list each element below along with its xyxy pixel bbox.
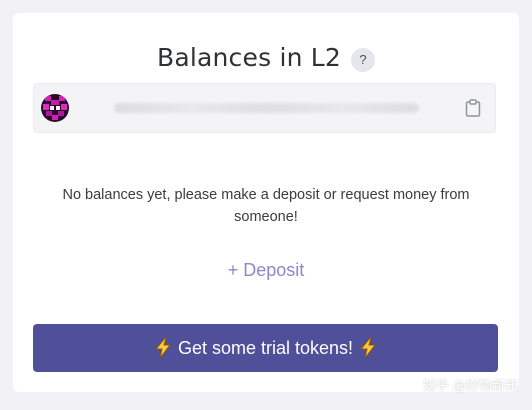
page-title: Balances in L2 xyxy=(156,43,342,72)
lightning-icon xyxy=(154,337,171,359)
title-row: Balances in L2 ? xyxy=(13,43,519,72)
clipboard-icon[interactable] xyxy=(465,99,481,117)
lightning-icon xyxy=(359,337,377,359)
account-address: 0x00000000000000000000000000000000000000… xyxy=(114,103,419,113)
balances-card: Balances in L2 ? 0x000000000000000000000… xyxy=(13,13,519,392)
help-icon[interactable]: ? xyxy=(351,47,376,72)
account-avatar-icon xyxy=(41,94,69,122)
get-trial-tokens-button[interactable]: Get some trial tokens! xyxy=(33,324,498,372)
deposit-link[interactable]: + Deposit xyxy=(13,260,519,281)
watermark-text: 知乎 @好物新知 xyxy=(422,379,518,394)
empty-balances-message: No balances yet, please make a deposit o… xyxy=(62,187,470,225)
account-address-box: 0x00000000000000000000000000000000000000… xyxy=(33,83,496,133)
trial-button-label: Get some trial tokens! xyxy=(177,337,354,358)
